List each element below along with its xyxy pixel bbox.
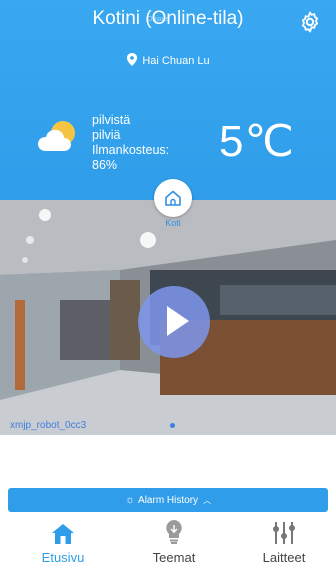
page-indicator-dot	[170, 423, 175, 428]
play-button[interactable]	[138, 286, 210, 358]
humidity-value: 86%	[92, 158, 118, 172]
location-pin-icon	[127, 53, 138, 66]
lightbulb-icon	[166, 520, 182, 544]
alarm-history-button[interactable]: ☼ Alarm History ︿	[8, 488, 328, 512]
alarm-history-label: Alarm History	[138, 494, 199, 506]
home-button-circle[interactable]	[154, 179, 192, 217]
page-title: Kotini (Online-tila) Ohjaus	[0, 8, 336, 30]
weather-condition-2: pilviä	[92, 128, 121, 142]
chevron-up-icon: ︿	[203, 495, 212, 505]
settings-gear-icon[interactable]	[298, 10, 322, 34]
home-icon	[165, 190, 181, 206]
tab-laitteet[interactable]: Laitteet	[234, 514, 334, 565]
sliders-icon	[273, 522, 295, 544]
home-button-label: Koti	[165, 218, 181, 228]
tab-etusivu[interactable]: Etusivu	[13, 514, 113, 565]
tab-laitteet-label: Laitteet	[262, 550, 306, 565]
faint-overlay-text: Ohjaus	[147, 16, 170, 23]
camera-name: xmjp_robot_0cc3	[10, 420, 87, 431]
temperature: 5℃	[219, 117, 295, 166]
partly-cloudy-icon	[38, 121, 75, 151]
tab-etusivu-label: Etusivu	[41, 550, 85, 565]
location-text: Hai Chuan Lu	[142, 55, 210, 67]
location: Hai Chuan Lu	[0, 53, 336, 67]
weather-condition: pilvistä	[92, 113, 131, 127]
weather-description: pilvistä pilviä Ilmankosteus: 86%	[92, 113, 202, 173]
tab-teemat[interactable]: Teemat	[124, 514, 224, 565]
bulb-icon: ☼	[124, 494, 136, 506]
weather-header: Kotini (Online-tila) Ohjaus Hai Chuan Lu…	[0, 0, 336, 200]
humidity-label: Ilmankosteus:	[92, 143, 170, 157]
bottom-navigation: Etusivu Teemat Laitteet	[0, 514, 336, 571]
home-filled-icon	[52, 524, 74, 544]
tab-teemat-label: Teemat	[152, 550, 196, 565]
home-button[interactable]: Koti	[147, 179, 199, 228]
